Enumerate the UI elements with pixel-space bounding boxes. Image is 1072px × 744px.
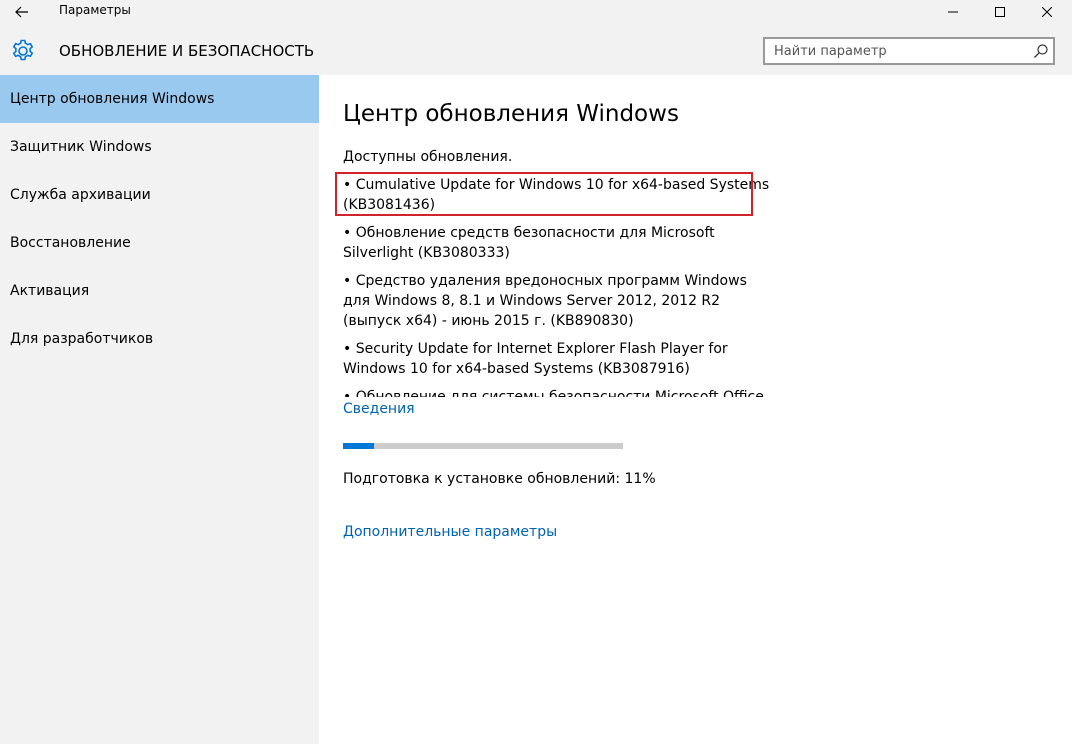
section-title: ОБНОВЛЕНИЕ И БЕЗОПАСНОСТЬ xyxy=(59,42,315,60)
page-title: Центр обновления Windows xyxy=(343,101,679,127)
search-icon[interactable] xyxy=(1033,43,1049,59)
settings-window: Параметры ОБНОВЛЕНИЕ И БЕЗОПАСНОСТЬ Найт… xyxy=(0,0,1072,744)
back-button[interactable] xyxy=(4,0,40,24)
sidebar: Центр обновления Windows Защитник Window… xyxy=(0,75,319,744)
close-button[interactable] xyxy=(1024,0,1070,24)
search-input[interactable] xyxy=(765,39,1025,63)
update-list[interactable]: • Cumulative Update for Windows 10 for x… xyxy=(343,175,773,397)
status-text: Подготовка к установке обновлений: 11% xyxy=(343,471,656,487)
sidebar-item-label: Восстановление xyxy=(10,235,131,251)
sidebar-item-label: Служба архивации xyxy=(10,187,151,203)
close-icon xyxy=(1042,7,1052,17)
sidebar-item-label: Для разработчиков xyxy=(10,331,154,347)
sidebar-item-activation[interactable]: Активация xyxy=(0,267,319,315)
search-box[interactable] xyxy=(763,37,1055,65)
sidebar-item-recovery[interactable]: Восстановление xyxy=(0,219,319,267)
list-item: • Cumulative Update for Windows 10 for x… xyxy=(343,177,770,213)
back-arrow-icon xyxy=(15,6,28,18)
minimize-button[interactable] xyxy=(930,0,976,24)
list-item: • Обновление средств безопасности для Mi… xyxy=(343,225,715,261)
gear-icon xyxy=(12,39,34,61)
sidebar-item-label: Защитник Windows xyxy=(10,139,152,155)
sidebar-item-label: Центр обновления Windows xyxy=(10,91,215,107)
sidebar-item-windows-update[interactable]: Центр обновления Windows xyxy=(0,75,319,123)
progress-bar xyxy=(343,443,623,449)
maximize-button[interactable] xyxy=(977,0,1023,24)
list-item: • Security Update for Internet Explorer … xyxy=(343,341,728,377)
title-bar: Параметры xyxy=(0,0,1072,24)
details-link[interactable]: Сведения xyxy=(343,401,415,417)
updates-available-text: Доступны обновления. xyxy=(343,149,513,165)
window-title: Параметры xyxy=(59,3,131,17)
list-item: • Средство удаления вредоносных программ… xyxy=(343,273,747,329)
list-item: • Обновление для системы безопасности Mi… xyxy=(343,389,764,397)
sidebar-item-label: Активация xyxy=(10,283,90,299)
main-content: Центр обновления Windows Доступны обновл… xyxy=(319,75,1072,744)
sidebar-item-developers[interactable]: Для разработчиков xyxy=(0,315,319,363)
minimize-icon xyxy=(948,11,958,13)
advanced-options-link[interactable]: Дополнительные параметры xyxy=(343,524,557,540)
sidebar-item-windows-defender[interactable]: Защитник Windows xyxy=(0,123,319,171)
page-header: ОБНОВЛЕНИЕ И БЕЗОПАСНОСТЬ xyxy=(0,24,1072,75)
maximize-icon xyxy=(995,7,1005,17)
sidebar-item-backup[interactable]: Служба архивации xyxy=(0,171,319,219)
progress-fill xyxy=(343,443,374,449)
